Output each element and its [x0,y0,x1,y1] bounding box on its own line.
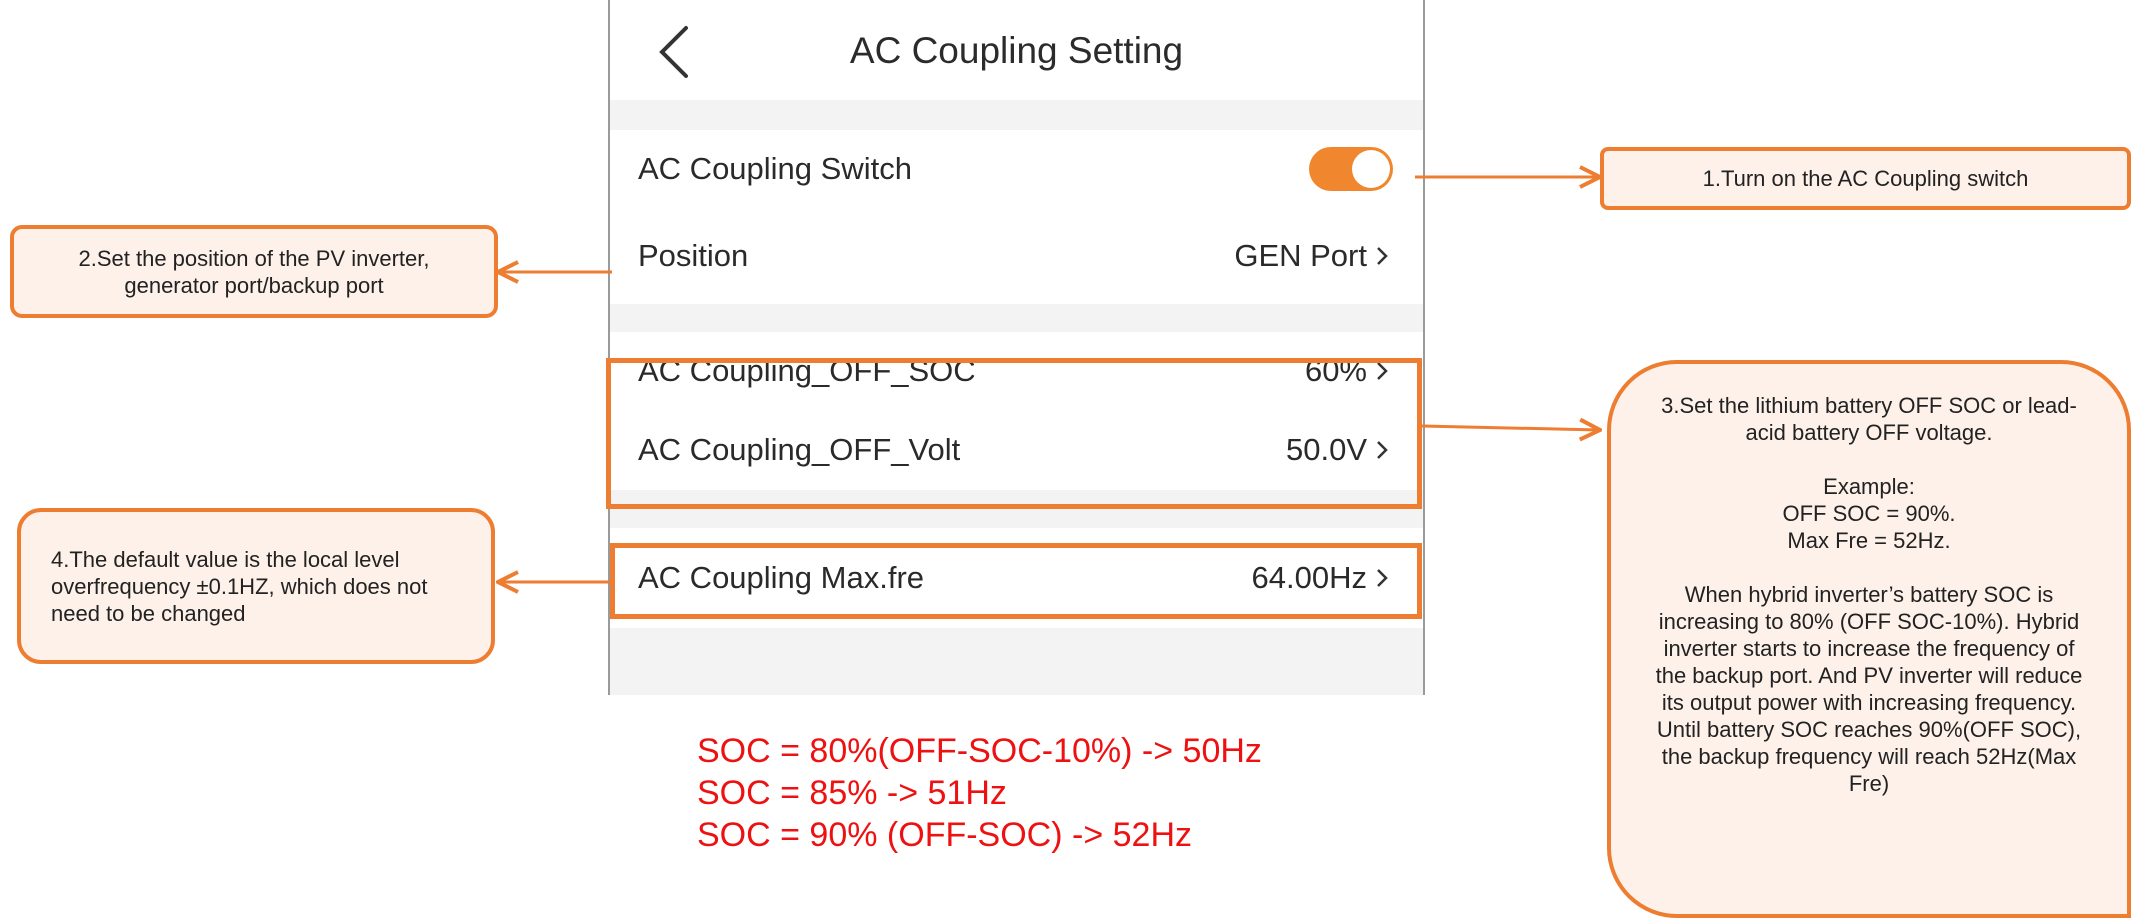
soc-formula: SOC = 80%(OFF-SOC-10%) -> 50Hz SOC = 85%… [697,730,1262,856]
formula-line-3: SOC = 90% (OFF-SOC) -> 52Hz [697,816,1192,854]
callout-3-text: 3.Set the lithium battery OFF SOC or lea… [1655,393,2083,796]
callout-1: 1.Turn on the AC Coupling switch [1600,147,2131,210]
callout-4: 4.The default value is the local level o… [17,508,495,664]
callout-2-text: 2.Set the position of the PV inverter, g… [78,245,430,298]
arrow-to-callout-3 [1421,426,1600,430]
formula-line-1: SOC = 80%(OFF-SOC-10%) -> 50Hz [697,732,1262,770]
formula-line-2: SOC = 85% -> 51Hz [697,774,1007,812]
callout-1-text: 1.Turn on the AC Coupling switch [1702,166,2029,191]
callout-3: 3.Set the lithium battery OFF SOC or lea… [1607,360,2131,918]
callout-2: 2.Set the position of the PV inverter, g… [10,225,498,318]
callout-4-text: 4.The default value is the local level o… [51,546,428,626]
